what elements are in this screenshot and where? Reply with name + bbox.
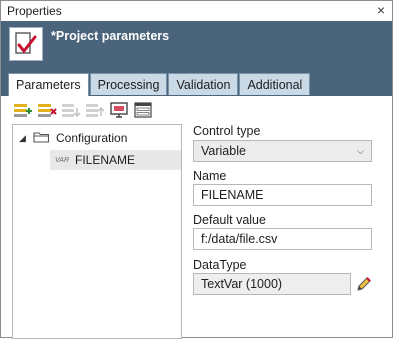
control-type-value: Variable (201, 144, 246, 158)
close-icon[interactable]: × (377, 2, 385, 18)
default-value-field[interactable]: f:/data/file.csv (193, 228, 372, 250)
form-icon[interactable] (132, 99, 154, 121)
name-field[interactable]: FILENAME (193, 184, 372, 206)
header-band: *Project parameters Parameters Processin… (1, 21, 392, 96)
name-label: Name (193, 169, 227, 183)
datatype-label: DataType (193, 258, 247, 272)
window-title: Properties (7, 4, 62, 18)
move-down-icon[interactable] (60, 99, 82, 121)
control-type-select[interactable]: Variable ⌵ (193, 140, 372, 162)
document-check-icon (9, 27, 43, 61)
datatype-field: TextVar (1000) (193, 273, 351, 295)
content-area: ◢ Configuration VAR FILENAME Control typ… (1, 96, 392, 339)
chevron-down-icon: ⌵ (357, 146, 364, 156)
tab-strip: Parameters Processing Validation Additio… (8, 73, 311, 96)
tree-node-label: Configuration (56, 131, 128, 145)
tree-node-filename[interactable]: VAR FILENAME (50, 150, 181, 170)
remove-parameter-icon[interactable] (36, 99, 58, 121)
default-value-label: Default value (193, 213, 266, 227)
tree-node-configuration[interactable]: ◢ Configuration (19, 128, 127, 148)
variable-badge-icon: VAR (55, 156, 70, 164)
move-up-icon[interactable] (84, 99, 106, 121)
page-title: *Project parameters (51, 29, 170, 43)
tab-processing[interactable]: Processing (89, 73, 168, 95)
title-bar: Properties × (1, 1, 392, 22)
add-parameter-icon[interactable] (12, 99, 34, 121)
control-type-label: Control type (193, 124, 261, 138)
toolbar (12, 99, 154, 121)
folder-icon (33, 131, 50, 146)
pencil-icon[interactable] (355, 275, 373, 293)
properties-panel: Properties × *Project parameters Paramet… (0, 0, 393, 339)
collapse-icon[interactable]: ◢ (19, 133, 33, 144)
tab-parameters[interactable]: Parameters (8, 73, 89, 96)
tree-node-label: FILENAME (75, 153, 136, 167)
tab-validation[interactable]: Validation (168, 73, 239, 95)
monitor-icon[interactable] (108, 99, 130, 121)
parameter-tree: ◢ Configuration VAR FILENAME (12, 124, 182, 339)
tab-additional[interactable]: Additional (239, 73, 311, 95)
